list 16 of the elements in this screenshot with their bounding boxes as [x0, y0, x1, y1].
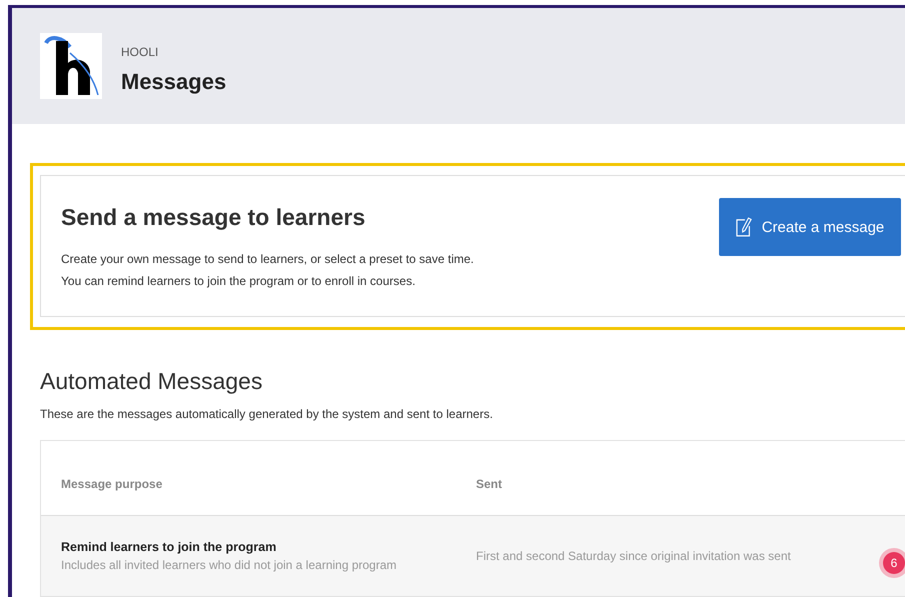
notification-badge[interactable]: 6 — [883, 552, 905, 574]
sent-schedule: First and second Saturday since original invitation was sent — [476, 549, 791, 563]
page-title: Messages — [121, 69, 226, 95]
card-description: Create your own message to send to learners, or select a preset to save time. — [61, 251, 474, 267]
column-header: Sent — [476, 477, 502, 491]
organization-name: HOOLI — [121, 45, 160, 59]
create-message-button[interactable]: Create a message — [719, 198, 901, 256]
logo-icon — [40, 33, 102, 99]
section-description: These are the messages automatically generated by the system and sent to learners. — [40, 407, 494, 421]
message-details: Includes all invited learners who did not join a learning program — [61, 558, 398, 572]
card-title: Send a message to learners — [61, 204, 366, 231]
column-header: Message purpose — [60, 477, 164, 491]
message-purpose: Remind learners to join the program — [61, 540, 278, 554]
section-title: Automated Messages — [40, 368, 264, 395]
card-description: You can remind learners to join the program or to enroll in courses. — [61, 273, 416, 289]
edit-icon — [736, 217, 752, 237]
